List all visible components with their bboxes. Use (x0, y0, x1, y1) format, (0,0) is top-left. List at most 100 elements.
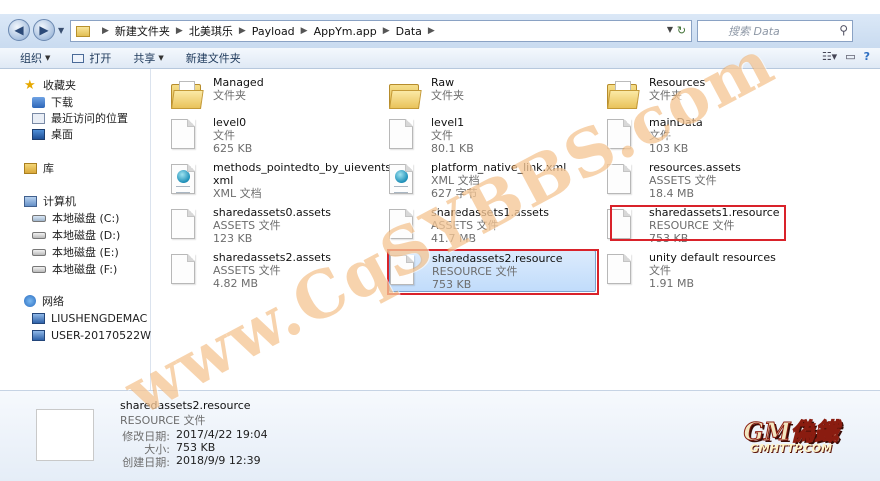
network-icon (24, 295, 36, 307)
file-name: sharedassets1.assets (431, 206, 549, 219)
nav-host-user-20170522ww[interactable]: USER-20170522WW (32, 327, 162, 343)
file-item-sharedassets1-assets[interactable]: sharedassets1.assets ASSETS 文件 41.7 MB (369, 205, 579, 247)
file-item-resources-assets[interactable]: resources.assets ASSETS 文件 18.4 MB (587, 160, 797, 202)
nav-item-desktop[interactable]: 桌面 (32, 126, 73, 142)
breadcrumb-item[interactable]: 北美琪乐 (189, 23, 233, 39)
file-item-level0[interactable]: level0 文件 625 KB (151, 115, 361, 157)
forward-button[interactable]: ▶ (33, 19, 55, 41)
desktop-icon (32, 128, 45, 140)
refresh-icon[interactable]: ↻ (674, 23, 689, 39)
search-input[interactable]: 搜索 Data ⚲ (697, 20, 853, 42)
file-type: ASSETS 文件 (213, 219, 281, 232)
chevron-down-icon: ▼ (158, 54, 164, 62)
nav-drive-d[interactable]: 本地磁盘 (D:) (32, 227, 120, 243)
library-icon (24, 162, 37, 174)
nav-item-label: LIUSHENGDEMAC (51, 311, 148, 325)
file-name: mainData (649, 116, 703, 129)
nav-item-recent-places[interactable]: 最近访问的位置 (32, 110, 128, 126)
file-name-continued: xml (213, 174, 234, 187)
nav-network[interactable]: 网络 (24, 293, 64, 309)
share-label: 共享 (133, 52, 156, 65)
chevron-right-icon[interactable]: ▶ (428, 26, 435, 36)
chevron-right-icon[interactable]: ▶ (301, 26, 308, 36)
chevron-right-icon[interactable]: ▶ (383, 26, 390, 36)
nav-favorites[interactable]: ★ 收藏夹 (24, 77, 76, 93)
details-file-type: RESOURCE 文件 (120, 414, 206, 427)
xml-file-icon (389, 164, 415, 196)
new-folder-button[interactable]: 新建文件夹 (186, 50, 241, 66)
file-item-resources[interactable]: Resources 文件夹 (587, 75, 797, 117)
file-list: Managed 文件夹 Raw 文件夹 Resources 文件夹 level0… (151, 69, 880, 390)
recent-pages-dropdown-icon[interactable]: ▼ (58, 26, 64, 35)
file-item-sharedassets2-assets[interactable]: sharedassets2.assets ASSETS 文件 4.82 MB (151, 250, 361, 292)
nav-drive-f[interactable]: 本地磁盘 (F:) (32, 261, 117, 277)
nav-item-label: 最近访问的位置 (51, 112, 128, 125)
file-icon (171, 119, 197, 151)
nav-library-label: 库 (43, 162, 54, 175)
breadcrumb-item[interactable]: Payload (252, 25, 295, 38)
nav-drive-e[interactable]: 本地磁盘 (E:) (32, 244, 119, 260)
breadcrumb: ▶ 新建文件夹 ▶ 北美琪乐 ▶ Payload ▶ AppYm.app ▶ D… (96, 21, 441, 41)
file-icon (171, 209, 197, 241)
chevron-right-icon: ▶ (102, 26, 109, 36)
file-item-maindata[interactable]: mainData 文件 103 KB (587, 115, 797, 157)
nav-computer-label: 计算机 (43, 195, 76, 208)
file-name: sharedassets0.assets (213, 206, 331, 219)
file-icon (389, 209, 415, 241)
file-size: 627 字节 (431, 187, 478, 200)
nav-item-label: 本地磁盘 (C:) (52, 212, 120, 225)
organize-button[interactable]: 组织 ▼ (20, 50, 50, 66)
open-label: 打开 (89, 52, 112, 65)
file-name: Raw (431, 76, 455, 89)
details-file-name: sharedassets2.resource (120, 399, 251, 412)
chevron-right-icon[interactable]: ▶ (176, 26, 183, 36)
file-size: 18.4 MB (649, 187, 695, 200)
folder-icon (389, 79, 422, 111)
search-icon[interactable]: ⚲ (839, 23, 848, 37)
drive-icon (32, 265, 46, 273)
address-field[interactable]: ▶ 新建文件夹 ▶ 北美琪乐 ▶ Payload ▶ AppYm.app ▶ D… (70, 20, 692, 42)
breadcrumb-item[interactable]: Data (396, 25, 422, 38)
file-size: 4.82 MB (213, 277, 259, 290)
chevron-right-icon[interactable]: ▶ (239, 26, 246, 36)
preview-pane-icon[interactable]: ▭ (845, 50, 855, 63)
back-button[interactable]: ◀ (8, 19, 30, 41)
view-options-icon[interactable]: ☷▾ (822, 50, 837, 63)
file-item-sharedassets0-assets[interactable]: sharedassets0.assets ASSETS 文件 123 KB (151, 205, 361, 247)
file-item-level1[interactable]: level1 文件 80.1 KB (369, 115, 579, 157)
file-type: 文件 (649, 129, 671, 142)
file-icon (36, 409, 94, 461)
file-type: ASSETS 文件 (649, 174, 717, 187)
file-type: 文件夹 (431, 89, 464, 102)
drive-icon (32, 214, 46, 222)
nav-library[interactable]: 库 (24, 160, 54, 176)
nav-item-label: 桌面 (51, 128, 73, 141)
file-size: 80.1 KB (431, 142, 474, 155)
nav-item-downloads[interactable]: 下载 (32, 94, 73, 110)
file-name: Resources (649, 76, 706, 89)
search-placeholder: 搜索 Data (728, 25, 780, 38)
help-icon[interactable]: ? (864, 50, 870, 63)
breadcrumb-item[interactable]: AppYm.app (314, 25, 377, 38)
file-item-managed[interactable]: Managed 文件夹 (151, 75, 361, 117)
address-history-dropdown-icon[interactable]: ▼ (667, 25, 673, 34)
file-item-raw[interactable]: Raw 文件夹 (369, 75, 579, 117)
file-type: ASSETS 文件 (431, 219, 499, 232)
file-size: 103 KB (649, 142, 689, 155)
navigation-pane: ★ 收藏夹 下载 最近访问的位置 桌面 库 计算机 本地磁盘 (C:) 本地磁盘… (0, 69, 162, 390)
open-button[interactable]: 打开 (72, 50, 111, 66)
share-button[interactable]: 共享 ▼ (133, 50, 163, 66)
file-size: 123 KB (213, 232, 253, 245)
file-type: 文件夹 (649, 89, 682, 102)
site-logo: GM偽鐵 GMHTTP.COM (732, 412, 850, 458)
file-item-unity-default-resources[interactable]: unity default resources 文件 1.91 MB (587, 250, 797, 292)
file-name: Managed (213, 76, 264, 89)
details-created-label: 创建日期: (122, 456, 170, 469)
nav-host-liushengdemac[interactable]: LIUSHENGDEMAC (32, 310, 147, 326)
nav-drive-c[interactable]: 本地磁盘 (C:) (32, 210, 119, 226)
file-item-platform-native-link-xml[interactable]: platform_native_link.xml XML 文档 627 字节 (369, 160, 579, 202)
breadcrumb-item[interactable]: 新建文件夹 (115, 23, 170, 39)
nav-computer[interactable]: 计算机 (24, 193, 76, 209)
file-item-methods-pointedto-xml[interactable]: methods_pointedto_by_uievents. xml XML 文… (151, 160, 395, 202)
file-type: ASSETS 文件 (213, 264, 281, 277)
